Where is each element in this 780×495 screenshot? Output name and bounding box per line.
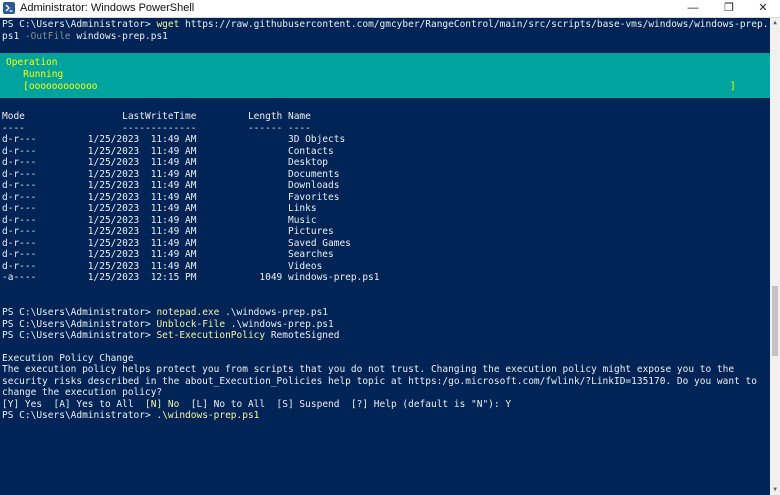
minimize-button[interactable]: — <box>676 0 710 17</box>
listing-row: -a---- 1/25/2023 12:15 PM 1049 windows-p… <box>2 272 380 283</box>
title-bar[interactable]: Administrator: Windows PowerShell — ❐ ✕ <box>0 0 780 18</box>
set-policy-command-line: PS C:\Users\Administrator> Set-Execution… <box>2 330 339 342</box>
vertical-scrollbar[interactable]: ▲ ▼ <box>770 18 780 495</box>
choice-remaining-options: [L] No to All [S] Suspend [?] Help (defa… <box>179 399 512 410</box>
progress-activity: Operation <box>6 57 58 68</box>
choice-no-default: [N] No <box>145 399 180 410</box>
policy-text-line: change the execution policy? <box>2 387 163 398</box>
prompt: PS C:\Users\Administrator> <box>2 307 157 318</box>
prompt: PS C:\Users\Administrator> <box>2 330 157 341</box>
command-argument: windows-prep.ps1 <box>70 31 168 42</box>
progress-status: Running <box>6 69 64 80</box>
listing-row: d-r--- 1/25/2023 11:49 AM 3D Objects <box>2 134 346 145</box>
listing-row: d-r--- 1/25/2023 11:49 AM Links <box>2 203 317 214</box>
wget-command-continuation: ps1 -OutFile windows-prep.ps1 <box>2 31 168 43</box>
listing-row: d-r--- 1/25/2023 11:49 AM Downloads <box>2 180 340 191</box>
window-title: Administrator: Windows PowerShell <box>20 2 195 14</box>
policy-text-line: The execution policy helps protect you f… <box>2 364 735 375</box>
scrollbar-thumb[interactable] <box>772 286 778 356</box>
prompt: PS C:\Users\Administrator> <box>2 19 157 30</box>
listing-header: Mode LastWriteTime Length Name <box>2 111 311 122</box>
command-name: Unblock-File <box>156 319 226 330</box>
notepad-command-line: PS C:\Users\Administrator> notepad.exe .… <box>2 307 328 319</box>
powershell-icon <box>3 2 15 14</box>
prompt: PS C:\Users\Administrator> <box>2 319 157 330</box>
command-argument: RemoteSigned <box>265 330 340 341</box>
command-argument: .\windows-prep.ps1 <box>219 307 329 318</box>
listing-row: d-r--- 1/25/2023 11:49 AM Pictures <box>2 226 334 237</box>
progress-panel: Operation Running [oooooooooooo ] <box>0 53 770 98</box>
command-name: .\windows-prep.ps1 <box>156 410 260 421</box>
listing-row: d-r--- 1/25/2023 11:49 AM Desktop <box>2 157 329 168</box>
command-argument: .\windows-prep.ps1 <box>225 319 334 330</box>
scroll-down-arrow-icon[interactable]: ▼ <box>770 485 780 495</box>
progress-bar-end: ] <box>730 81 736 92</box>
choice-yes-options: [Y] Yes [A] Yes to All <box>2 399 145 410</box>
command-parameter: -OutFile <box>19 31 71 42</box>
console-output[interactable]: PS C:\Users\Administrator> wget https://… <box>0 18 770 495</box>
wget-command-line: PS C:\Users\Administrator> wget https://… <box>2 19 768 31</box>
prompt: PS C:\Users\Administrator> <box>2 410 157 421</box>
command-name: notepad.exe <box>156 307 220 318</box>
final-command-line: PS C:\Users\Administrator> .\windows-pre… <box>2 410 259 422</box>
progress-bar-text: [oooooooooooo <box>6 81 98 92</box>
command-url: https://raw.githubusercontent.com/gmcybe… <box>179 19 769 30</box>
command-name: wget <box>156 19 180 30</box>
command-url-continued: ps1 <box>2 31 20 42</box>
scroll-up-arrow-icon[interactable]: ▲ <box>770 18 780 28</box>
close-button[interactable]: ✕ <box>746 0 780 17</box>
listing-row: d-r--- 1/25/2023 11:49 AM Searches <box>2 249 334 260</box>
restore-button[interactable]: ❐ <box>712 0 746 17</box>
command-name: Set-ExecutionPolicy <box>156 330 266 341</box>
